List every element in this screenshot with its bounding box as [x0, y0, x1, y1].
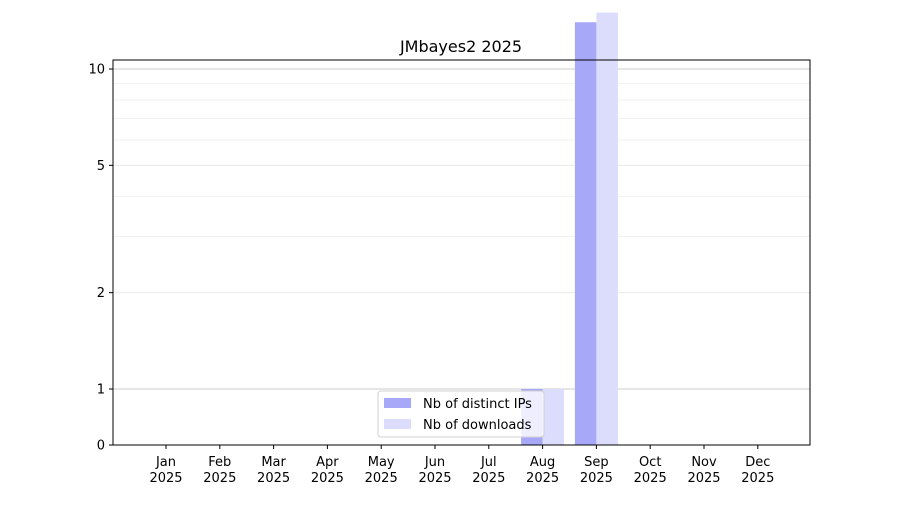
legend: Nb of distinct IPs Nb of downloads	[377, 390, 545, 438]
bar-downloads	[596, 12, 618, 446]
x-tick-label: Jan	[155, 455, 176, 470]
x-axis: Jan2025Feb2025Mar2025Apr2025May2025Jun20…	[149, 445, 774, 486]
x-tick-label: Nov	[691, 455, 717, 470]
x-tick-label: Apr	[316, 455, 339, 470]
x-tick-label: 2025	[203, 471, 236, 486]
x-tick-label: Mar	[261, 455, 286, 470]
bar-downloads	[542, 389, 565, 445]
x-tick-label: 2025	[634, 471, 667, 486]
plot-frame	[112, 59, 811, 446]
legend-label: Nb of distinct IPs	[423, 397, 532, 412]
chart-title: JMbayes2 2025	[399, 37, 522, 56]
x-tick-label: Aug	[530, 455, 555, 470]
x-tick-label: Dec	[745, 455, 770, 470]
y-axis: 0125102050100	[88, 63, 113, 454]
x-tick-label: 2025	[472, 471, 505, 486]
chart-svg: JMbayes2 2025 0125102050100 Jan2025Feb20…	[88, 12, 811, 486]
chart: JMbayes2 2025 0125102050100 Jan2025Feb20…	[0, 0, 900, 500]
legend-swatch	[384, 398, 411, 408]
y-tick-label: 10	[88, 63, 105, 78]
bar-distinct-ips	[574, 22, 597, 446]
y-tick-label: 1	[97, 383, 105, 398]
grid-layer	[113, 68, 810, 446]
legend-swatch	[384, 419, 411, 429]
x-tick-label: 2025	[580, 471, 613, 486]
x-tick-label: Feb	[208, 455, 231, 470]
x-tick-label: Jul	[480, 455, 497, 470]
x-tick-label: 2025	[257, 471, 290, 486]
x-tick-label: 2025	[311, 471, 344, 486]
y-tick-label: 0	[97, 439, 105, 454]
x-tick-label: 2025	[365, 471, 398, 486]
x-tick-label: May	[368, 455, 395, 470]
x-tick-label: 2025	[149, 471, 182, 486]
x-tick-label: Jun	[424, 455, 445, 470]
x-tick-label: 2025	[687, 471, 720, 486]
y-tick-label: 5	[97, 159, 105, 174]
legend-label: Nb of downloads	[423, 418, 532, 433]
x-tick-label: Sep	[584, 455, 609, 470]
bars-layer	[521, 12, 618, 446]
x-tick-label: 2025	[741, 471, 774, 486]
y-tick-label: 2	[97, 286, 105, 301]
x-tick-label: Oct	[639, 455, 661, 470]
x-tick-label: 2025	[418, 471, 451, 486]
x-tick-label: 2025	[526, 471, 559, 486]
